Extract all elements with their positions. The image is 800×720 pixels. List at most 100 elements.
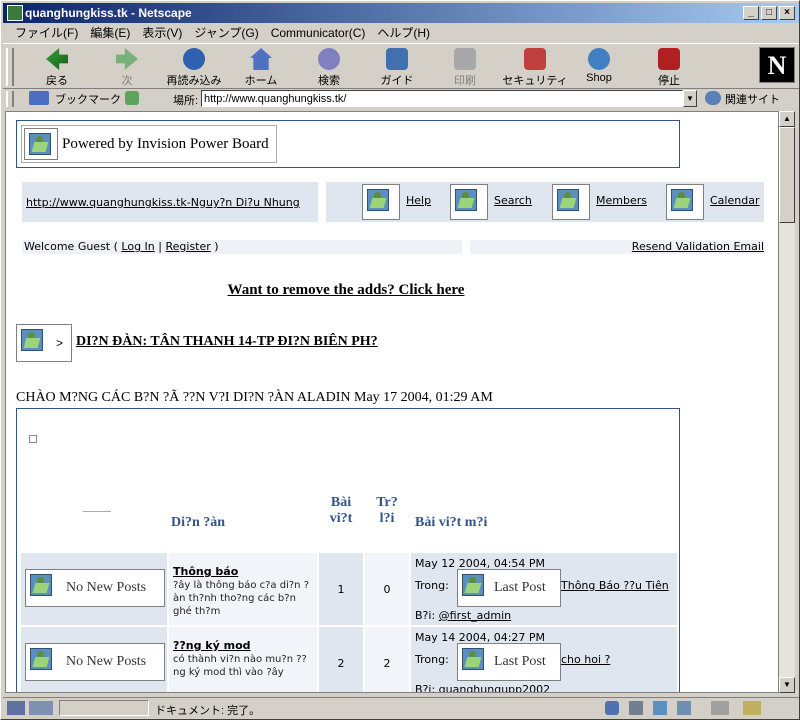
forward-arrow-icon <box>116 48 138 70</box>
scroll-thumb[interactable] <box>779 127 795 223</box>
online-status-icon[interactable] <box>29 701 53 715</box>
browser-window: quanghungkiss.tk - Netscape _ □ × ファイル(F… <box>0 0 800 720</box>
menu-help[interactable]: ヘルプ(H) <box>371 24 436 41</box>
forum-name-link[interactable]: Thông báo <box>173 565 238 578</box>
back-arrow-icon <box>46 48 68 70</box>
posts-count: 1 <box>319 553 363 625</box>
location-input[interactable] <box>201 90 683 107</box>
calendar-link[interactable]: Calendar <box>710 194 759 207</box>
no-new-posts-image: No New Posts <box>25 569 165 607</box>
netscape-logo[interactable]: N <box>759 47 795 83</box>
title-bar[interactable]: quanghungkiss.tk - Netscape _ □ × <box>3 3 799 23</box>
powered-by-banner[interactable]: Powered by Invision Power Board <box>21 125 277 163</box>
maximize-button[interactable]: □ <box>761 6 777 20</box>
guide-button[interactable]: ガイド <box>367 48 427 88</box>
help-image-icon <box>362 184 400 220</box>
members-image-icon <box>552 184 590 220</box>
forum-heading-image[interactable] <box>16 324 72 362</box>
forum-name-cell: Thông báo ?ây là thông báo c?a di?n ?àn … <box>169 553 317 625</box>
search-image-icon <box>450 184 488 220</box>
forum-status-cell: No New Posts <box>21 553 167 625</box>
last-post-user-link[interactable]: @first_admin <box>439 609 511 622</box>
forum-name-link[interactable]: ??ng ký mod <box>173 639 251 652</box>
scroll-down-button[interactable]: ▼ <box>779 677 795 693</box>
reload-button[interactable]: 再読み込み <box>159 48 229 88</box>
taskbar-mail-icon[interactable] <box>629 701 643 715</box>
location-dropdown[interactable]: ▼ <box>683 90 697 107</box>
last-post-user: quanghungupp2002 <box>438 683 551 693</box>
security-status-icon[interactable] <box>7 701 25 715</box>
location-label: 場所: <box>173 95 199 107</box>
close-button[interactable]: × <box>779 6 795 20</box>
forum-title-link[interactable]: DI?N ĐÀN: TÂN THANH 14-TP ĐI?N BIÊN PH? <box>76 334 378 350</box>
remove-ads-link[interactable]: Want to remove the adds? Click here <box>228 282 465 298</box>
toolbar-grip[interactable] <box>6 48 14 86</box>
posts-count: 2 <box>319 627 363 692</box>
forum-name-cell: ??ng ký mod có thành vi?n nào mu?n ??ng … <box>169 627 317 692</box>
search-icon <box>318 48 340 70</box>
page-proxy-icon[interactable] <box>125 91 139 105</box>
last-post-topic-link[interactable]: Thông Báo ??u Tiên <box>561 579 669 592</box>
scroll-up-button[interactable]: ▲ <box>779 111 795 127</box>
progress-bar <box>59 700 149 716</box>
vertical-scrollbar[interactable]: ▲ ▼ <box>779 111 795 693</box>
shop-button[interactable]: Shop <box>569 48 629 88</box>
forum-table: Di?n ?àn Bài vi?t Tr? l?i Bài vi?t m?i N… <box>16 408 680 693</box>
menu-edit[interactable]: 編集(E) <box>84 24 136 41</box>
site-home-link[interactable]: http://www.quanghungkiss.tk-Nguy?n Di?u … <box>26 196 300 209</box>
welcome-guest: Welcome Guest ( Log In | Register ) <box>22 240 462 254</box>
related-sites-button[interactable]: 関連サイト <box>705 91 780 107</box>
header-last-post: Bài vi?t m?i <box>415 515 488 530</box>
board-nav-strip: Help Search Members Calendar <box>326 182 764 222</box>
netscape-window-icon <box>7 5 23 21</box>
taskbar-composer-icon[interactable] <box>677 701 691 715</box>
reload-icon <box>183 48 205 70</box>
site-link-bar: http://www.quanghungkiss.tk-Nguy?n Di?u … <box>22 182 318 222</box>
forward-button[interactable]: 次 <box>97 48 157 88</box>
taskbar-conference-icon[interactable] <box>743 701 761 715</box>
last-post-author: B?i: @first_admin <box>415 609 512 622</box>
bookmarks-button[interactable]: ブックマーク <box>29 91 121 107</box>
guide-icon <box>386 48 408 70</box>
forum-row: No New Posts Thông báo ?ây là thông báo … <box>21 553 677 625</box>
stop-icon <box>658 48 680 70</box>
menu-communicator[interactable]: Communicator(C) <box>265 26 372 40</box>
page-content: Powered by Invision Power Board http://w… <box>5 111 779 693</box>
related-sites-icon <box>705 91 721 105</box>
header-forum: Di?n ?àn <box>171 515 226 530</box>
remove-ads-banner: Want to remove the adds? Click here <box>6 282 686 299</box>
header-posts: Bài vi?t <box>329 495 353 526</box>
search-link[interactable]: Search <box>494 194 532 207</box>
register-link[interactable]: Register <box>165 240 210 253</box>
forum-status-cell: No New Posts <box>21 627 167 692</box>
heading-arrow: > <box>56 336 64 350</box>
replies-count: 2 <box>365 627 409 692</box>
back-button[interactable]: 戻る <box>27 48 87 88</box>
location-grip[interactable] <box>6 91 14 107</box>
search-button[interactable]: 検索 <box>299 48 359 88</box>
resend-bar: Resend Validation Email <box>470 240 764 254</box>
last-post-image[interactable]: Last Post <box>457 643 561 681</box>
stop-button[interactable]: 停止 <box>639 48 699 88</box>
forum-row: No New Posts ??ng ký mod có thành vi?n n… <box>21 627 677 693</box>
taskbar-news-icon[interactable] <box>653 701 667 715</box>
menu-file[interactable]: ファイル(F) <box>9 24 84 41</box>
welcome-message: CHÀO M?NG CÁC B?N ?Ã ??N V?I DI?N ?ÀN AL… <box>16 390 493 405</box>
last-post-image[interactable]: Last Post <box>457 569 561 607</box>
header-replies: Tr? l?i <box>376 495 398 526</box>
taskbar-navigator-icon[interactable] <box>605 701 619 715</box>
menu-view[interactable]: 表示(V) <box>136 24 188 41</box>
help-link[interactable]: Help <box>406 194 431 207</box>
menu-go[interactable]: ジャンプ(G) <box>188 24 264 41</box>
security-button[interactable]: セキュリティ <box>499 48 571 88</box>
status-text: ドキュメント: 完了。 <box>155 705 261 717</box>
last-post-topic-link[interactable]: cho hoi ? <box>561 653 610 666</box>
taskbar-calendar-icon[interactable] <box>711 701 729 715</box>
login-link[interactable]: Log In <box>121 240 154 253</box>
menu-bar: ファイル(F) 編集(E) 表示(V) ジャンプ(G) Communicator… <box>3 23 799 42</box>
members-link[interactable]: Members <box>596 194 647 207</box>
resend-validation-link[interactable]: Resend Validation Email <box>632 240 764 253</box>
print-button[interactable]: 印刷 <box>435 48 495 88</box>
home-button[interactable]: ホーム <box>231 48 291 88</box>
minimize-button[interactable]: _ <box>743 6 759 20</box>
